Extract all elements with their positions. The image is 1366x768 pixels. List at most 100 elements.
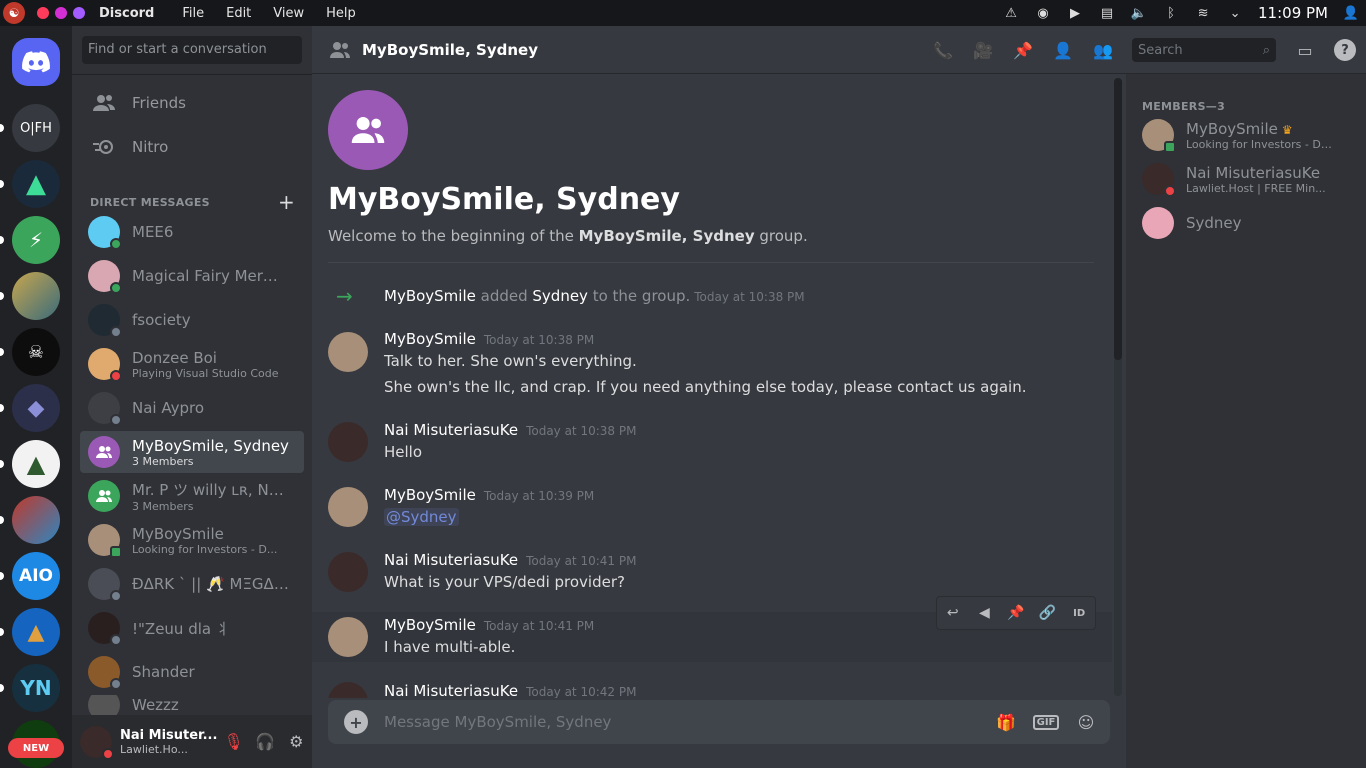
member-item-sydney[interactable]: Sydney [1134,202,1358,244]
message-author[interactable]: MyBoySmile [384,330,476,348]
clock[interactable]: 11:09 PM [1258,4,1328,22]
clipboard-icon[interactable]: ▤ [1098,4,1116,22]
find-conversation-input[interactable]: Find or start a conversation [82,36,302,64]
message-text: What is your VPS/dedi provider? [384,573,625,591]
copy-id-icon[interactable]: ID [1067,601,1091,625]
minimize-window-icon[interactable] [55,7,67,19]
video-call-icon[interactable]: 🎥 [972,39,994,61]
add-friends-to-dm-icon[interactable]: 👤 [1052,39,1074,61]
user-icon[interactable]: 👤 [1342,4,1360,22]
nav-nitro[interactable]: Nitro [80,126,304,168]
alert-icon[interactable]: ⚠ [1002,4,1020,22]
wifi-icon[interactable]: ≋ [1194,4,1212,22]
dm-item-mr-p-group[interactable]: Mr. P ツ willy ʟʀ, Nai ... 3 Members [80,475,304,517]
menu-file[interactable]: File [182,6,204,21]
system-target[interactable]: Sydney [532,287,588,305]
server-yn[interactable]: YN [12,664,60,712]
unread-pill [0,236,4,244]
headphones-icon[interactable]: 🎧 [249,726,280,758]
server-ofh[interactable]: O|FH [12,104,60,152]
message-timestamp: Today at 10:41 PM [526,554,637,568]
message-author[interactable]: Nai MisuteriasuKe [384,421,518,439]
message-author[interactable]: Nai MisuteriasuKe [384,682,518,698]
dm-item-mee6[interactable]: MEE6 [80,211,304,253]
maximize-window-icon[interactable] [73,7,85,19]
user-avatar[interactable] [80,725,114,760]
reply-icon[interactable]: ↩ [941,601,965,625]
dm-item-wezzz[interactable]: Wezzz [80,695,304,715]
mute-microphone-icon[interactable]: 🎙 [218,726,249,758]
help-icon[interactable]: ? [1334,39,1356,61]
chevron-down-icon[interactable]: ⌄ [1226,4,1244,22]
server-shiba[interactable]: ▲ [12,608,60,656]
member-custom-status: Looking for Investors - Dm ... [1186,137,1336,151]
media-play-icon[interactable]: ▶ [1066,4,1084,22]
close-window-icon[interactable] [37,7,49,19]
dm-item-myboysmile[interactable]: MyBoySmile Looking for Investors - D... [80,519,304,561]
message-avatar[interactable] [328,422,368,462]
dm-item-dark-mega[interactable]: ĐΔRK ` || 🥂 ΜΞGΔ ... [80,563,304,605]
message-avatar[interactable] [328,682,368,698]
new-badge[interactable]: NEW [8,738,64,758]
dm-item-myboysmile-sydney[interactable]: MyBoySmile, Sydney 3 Members [80,431,304,473]
scrollbar-thumb[interactable] [1114,78,1122,360]
dm-item-donzee-boi[interactable]: Donzee Boi Playing Visual Studio Code [80,343,304,385]
voice-call-icon[interactable]: 📞 [932,39,954,61]
pin-icon[interactable]: 📌 [1004,601,1028,625]
message-composer[interactable]: + Message MyBoySmile, Sydney 🎁 GIF ☺ [328,700,1110,744]
system-actor[interactable]: MyBoySmile [384,287,476,305]
upload-plus-icon[interactable]: + [344,710,368,734]
chat-scrollbar[interactable] [1114,78,1122,696]
member-item-myboysmile[interactable]: MyBoySmile ♛ Looking for Investors - Dm .… [1134,114,1358,156]
message-avatar[interactable] [328,487,368,527]
member-list-icon[interactable]: 👥 [1092,39,1114,61]
server-green[interactable]: ⚡ [12,216,60,264]
user-mention[interactable]: @Sydney [384,508,459,526]
gift-icon[interactable]: 🎁 [994,710,1018,734]
pinned-messages-icon[interactable]: 📌 [1012,39,1034,61]
message-avatar[interactable] [328,552,368,592]
discord-tray-icon[interactable]: ◉ [1034,4,1052,22]
search-input[interactable]: Search ⌕ [1132,38,1276,62]
message-author[interactable]: MyBoySmile [384,616,476,634]
distro-logo-icon[interactable]: ☯ [3,2,25,24]
settings-gear-icon[interactable]: ⚙ [281,726,312,758]
inbox-icon[interactable]: ▭ [1294,39,1316,61]
unread-pill [0,572,4,580]
volume-icon[interactable]: 🔈 [1130,4,1148,22]
menu-view[interactable]: View [273,6,304,21]
home-button[interactable] [12,38,60,86]
server-cube[interactable]: ◆ [12,384,60,432]
chat-area: MyBoySmile, Sydney Welcome to the beginn… [312,74,1126,768]
dm-item-fsociety[interactable]: fsociety [80,299,304,341]
dm-item-nai-aypro[interactable]: Nai Aypro [80,387,304,429]
message-avatar[interactable] [328,617,368,657]
app-name[interactable]: Discord [99,6,154,21]
dm-item-magical-fairy-mermaid[interactable]: Magical Fairy Mermaid [80,255,304,297]
bluetooth-icon[interactable]: ᛒ [1162,4,1180,22]
member-item-nai-misuteriasuke[interactable]: Nai MisuteriasuKe Lawliet.Host | FREE Mi… [1134,158,1358,200]
emoji-icon[interactable]: ☺ [1074,710,1098,734]
copy-link-icon[interactable]: 🔗 [1036,601,1060,625]
server-art[interactable] [12,272,60,320]
server-triangle[interactable]: ▲ [12,160,60,208]
dm-activity: Playing Visual Studio Code [132,366,279,380]
gif-button[interactable]: GIF [1032,710,1060,734]
dm-item-zeuu-dla[interactable]: !"Zeuu dla ⺦ [80,607,304,649]
server-character[interactable] [12,496,60,544]
message-author[interactable]: MyBoySmile [384,486,476,504]
unread-pill [0,180,4,188]
dm-item-shander[interactable]: Shander [80,651,304,693]
message-author[interactable]: Nai MisuteriasuKe [384,551,518,569]
menu-help[interactable]: Help [326,6,356,21]
group-icon [351,117,385,143]
tag-icon[interactable]: ◀ [972,601,996,625]
nav-friends[interactable]: Friends [80,82,304,124]
server-aio[interactable]: AIO [12,552,60,600]
menu-edit[interactable]: Edit [226,6,251,21]
server-a[interactable]: ▲ [12,440,60,488]
server-skull[interactable]: ☠ [12,328,60,376]
member-name-row: MyBoySmile ♛ [1186,120,1336,138]
status-mobile-icon [1164,141,1176,153]
message-avatar[interactable] [328,332,368,372]
